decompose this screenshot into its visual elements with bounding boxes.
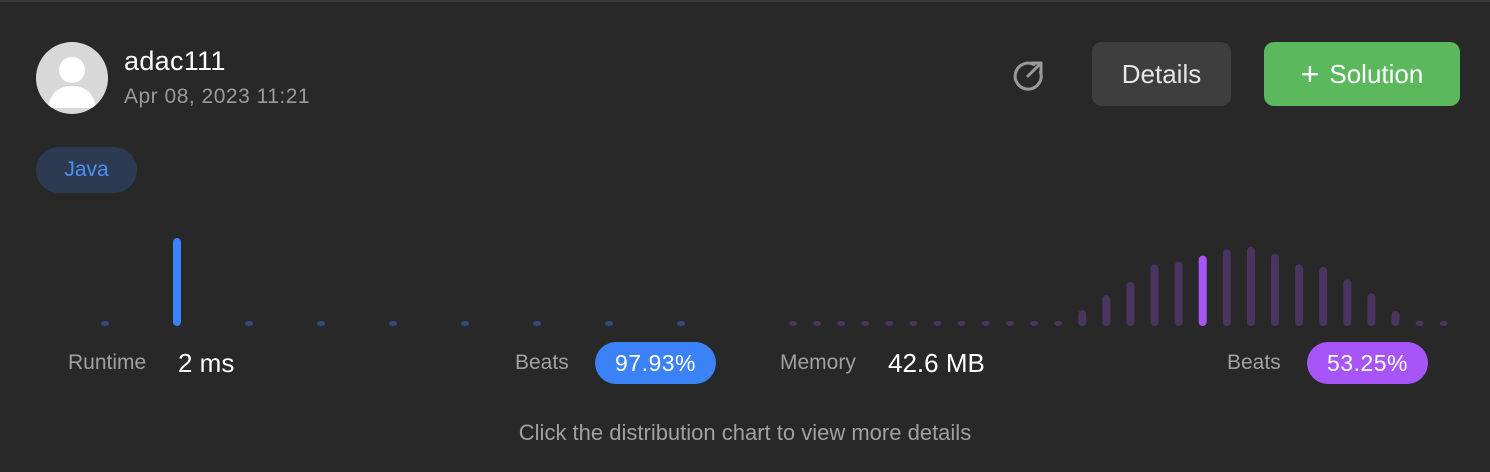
memory-distribution-bar[interactable] bbox=[1391, 311, 1400, 326]
runtime-distribution-bar[interactable] bbox=[605, 321, 613, 326]
runtime-distribution-bar[interactable] bbox=[389, 321, 397, 326]
runtime-beats-label: Beats bbox=[515, 351, 569, 374]
memory-distribution-bar[interactable] bbox=[1126, 282, 1135, 326]
memory-distribution-bar[interactable] bbox=[1030, 321, 1038, 326]
runtime-distribution-bar[interactable] bbox=[461, 321, 469, 326]
submission-timestamp: Apr 08, 2023 11:21 bbox=[124, 85, 311, 108]
memory-distribution-bar[interactable] bbox=[1415, 320, 1424, 326]
plus-icon: + bbox=[1300, 56, 1320, 92]
memory-distribution-bar[interactable] bbox=[981, 321, 990, 326]
memory-distribution-bar[interactable] bbox=[789, 321, 797, 326]
memory-distribution-bar[interactable] bbox=[1102, 295, 1111, 326]
distribution-chart[interactable] bbox=[0, 220, 1490, 330]
language-tag[interactable]: Java bbox=[36, 147, 137, 193]
memory-distribution-bar[interactable] bbox=[1005, 321, 1014, 326]
runtime-distribution-bar[interactable] bbox=[173, 238, 181, 326]
memory-value: 42.6 MB bbox=[888, 348, 985, 378]
runtime-label: Runtime bbox=[68, 351, 147, 374]
memory-distribution-bar[interactable] bbox=[933, 321, 942, 326]
top-divider bbox=[0, 0, 1490, 2]
memory-distribution-bar[interactable] bbox=[1367, 293, 1376, 326]
add-solution-button[interactable]: + Solution bbox=[1264, 42, 1460, 106]
memory-distribution-bar[interactable] bbox=[1174, 261, 1183, 326]
runtime-beats-badge: 97.93% bbox=[595, 342, 716, 384]
memory-distribution-bar[interactable] bbox=[957, 321, 966, 326]
runtime-distribution-bar[interactable] bbox=[677, 321, 685, 326]
memory-distribution-bar[interactable] bbox=[1439, 321, 1448, 326]
share-icon[interactable] bbox=[1008, 56, 1048, 96]
memory-beats-badge: 53.25% bbox=[1307, 342, 1428, 384]
solution-button-label: Solution bbox=[1329, 58, 1424, 89]
memory-distribution-bar[interactable] bbox=[1078, 310, 1087, 326]
user-avatar-icon bbox=[48, 57, 96, 108]
memory-distribution-bar[interactable] bbox=[1271, 253, 1279, 326]
memory-distribution-bar[interactable] bbox=[1198, 255, 1207, 326]
runtime-distribution-bar[interactable] bbox=[533, 321, 541, 326]
details-button[interactable]: Details bbox=[1092, 42, 1231, 106]
memory-distribution-bar[interactable] bbox=[813, 321, 822, 326]
memory-distribution-bar[interactable] bbox=[1222, 249, 1231, 326]
memory-distribution-bar[interactable] bbox=[837, 321, 846, 326]
memory-distribution-bar[interactable] bbox=[1319, 267, 1328, 326]
memory-distribution-bar[interactable] bbox=[1054, 321, 1063, 326]
runtime-distribution-bar[interactable] bbox=[317, 321, 325, 326]
runtime-distribution-bar[interactable] bbox=[101, 321, 109, 326]
memory-distribution-bar[interactable] bbox=[1246, 246, 1255, 326]
memory-distribution-bar[interactable] bbox=[1150, 264, 1159, 326]
memory-distribution-bar[interactable] bbox=[885, 321, 894, 326]
memory-distribution-bar[interactable] bbox=[1343, 279, 1352, 326]
runtime-distribution-bar[interactable] bbox=[245, 321, 253, 326]
avatar[interactable] bbox=[36, 42, 108, 114]
chart-hint: Click the distribution chart to view mor… bbox=[518, 420, 972, 445]
memory-distribution-bar[interactable] bbox=[1295, 264, 1304, 326]
memory-beats-label: Beats bbox=[1227, 351, 1281, 374]
memory-distribution-bar[interactable] bbox=[909, 321, 918, 326]
username[interactable]: adac111 bbox=[124, 46, 226, 77]
runtime-value: 2 ms bbox=[178, 348, 235, 378]
memory-label: Memory bbox=[780, 351, 856, 374]
memory-distribution-bar[interactable] bbox=[861, 321, 870, 326]
